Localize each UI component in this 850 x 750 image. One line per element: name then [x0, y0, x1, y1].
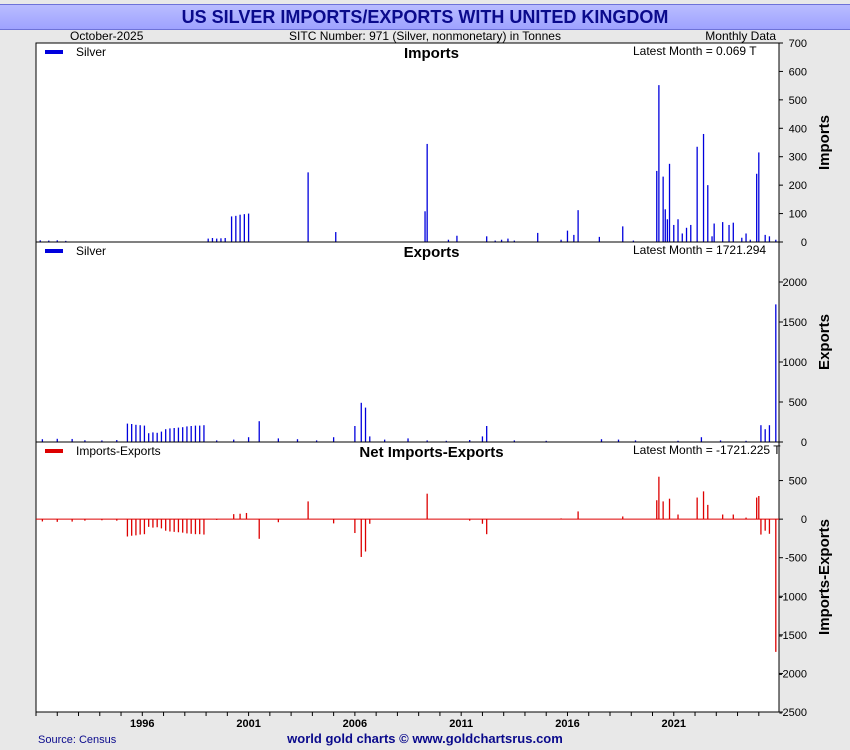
y-tick-label: -1500 — [779, 630, 807, 642]
panel-title: Net Imports-Exports — [359, 444, 503, 461]
y-tick-label: 1000 — [783, 357, 807, 369]
x-tick-label: 2006 — [343, 718, 367, 730]
y-tick-label: 0 — [801, 437, 807, 449]
legend-swatch — [45, 449, 63, 453]
x-tick-label: 2011 — [449, 718, 473, 730]
y-tick-label: 2000 — [783, 277, 807, 289]
legend-label: Silver — [76, 244, 106, 258]
y-tick-label: -2500 — [779, 707, 807, 719]
y-tick-label: 0 — [801, 514, 807, 526]
y-tick-label: 700 — [789, 38, 807, 50]
y-tick-label: 300 — [789, 152, 807, 164]
legend-label: Imports-Exports — [76, 444, 161, 458]
y-tick-label: -1000 — [779, 591, 807, 603]
latest-month-label: Latest Month = 1721.294 — [633, 243, 766, 257]
y-tick-label: -500 — [785, 553, 807, 565]
y-tick-label: 0 — [801, 237, 807, 249]
y-tick-label: 400 — [789, 123, 807, 135]
y-axis-title: Exports — [816, 314, 833, 370]
legend-swatch — [45, 50, 63, 54]
x-tick-label: 2021 — [662, 718, 686, 730]
y-tick-label: 500 — [789, 397, 807, 409]
y-tick-label: 100 — [789, 209, 807, 221]
chart-svg: 0 100 200 300 400 500 600 700 Imports Imports Silv… — [35, 38, 833, 730]
y-tick-label: 500 — [789, 95, 807, 107]
latest-month-label: Latest Month = -1721.225 T — [633, 443, 781, 457]
panel-title: Imports — [404, 45, 459, 62]
y-tick-label: 600 — [789, 66, 807, 78]
y-axis-title: Imports — [816, 115, 833, 170]
credit-label: world gold charts © www.goldchartsrus.co… — [287, 731, 563, 746]
x-tick-label: 2016 — [555, 718, 579, 730]
legend-swatch — [45, 249, 63, 253]
y-tick-label: 200 — [789, 180, 807, 192]
latest-month-label: Latest Month = 0.069 T — [633, 44, 757, 58]
y-tick-label: 1500 — [783, 317, 807, 329]
x-tick-label: 2001 — [236, 718, 260, 730]
y-axis-title: Imports-Exports — [816, 519, 833, 635]
plot-area — [35, 42, 780, 713]
y-tick-label: 500 — [789, 476, 807, 488]
chart-frame: US SILVER IMPORTS/EXPORTS WITH UNITED KI… — [0, 0, 850, 750]
legend-label: Silver — [76, 45, 106, 59]
panel-title: Exports — [404, 244, 460, 261]
y-tick-label: -2000 — [779, 668, 807, 680]
x-tick-label: 1996 — [130, 718, 154, 730]
